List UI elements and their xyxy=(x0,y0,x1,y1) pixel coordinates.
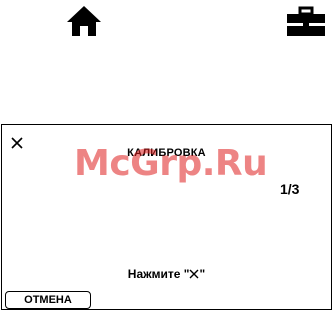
calibration-screen: КАЛИБРОВКА McGrp.Ru 1/3 Нажмите " " ОТМЕН… xyxy=(1,124,332,310)
close-x-icon xyxy=(189,269,199,279)
toolbox-icon[interactable] xyxy=(286,6,326,38)
page-counter: 1/3 xyxy=(280,181,300,197)
instruction-text: Нажмите " " xyxy=(2,267,331,281)
instruction-suffix: " xyxy=(199,267,206,281)
home-icon[interactable] xyxy=(64,4,104,38)
watermark-text: McGrp.Ru xyxy=(74,143,268,184)
cancel-button[interactable]: ОТМЕНА xyxy=(5,291,91,309)
instruction-prefix: Нажмите " xyxy=(127,267,190,281)
